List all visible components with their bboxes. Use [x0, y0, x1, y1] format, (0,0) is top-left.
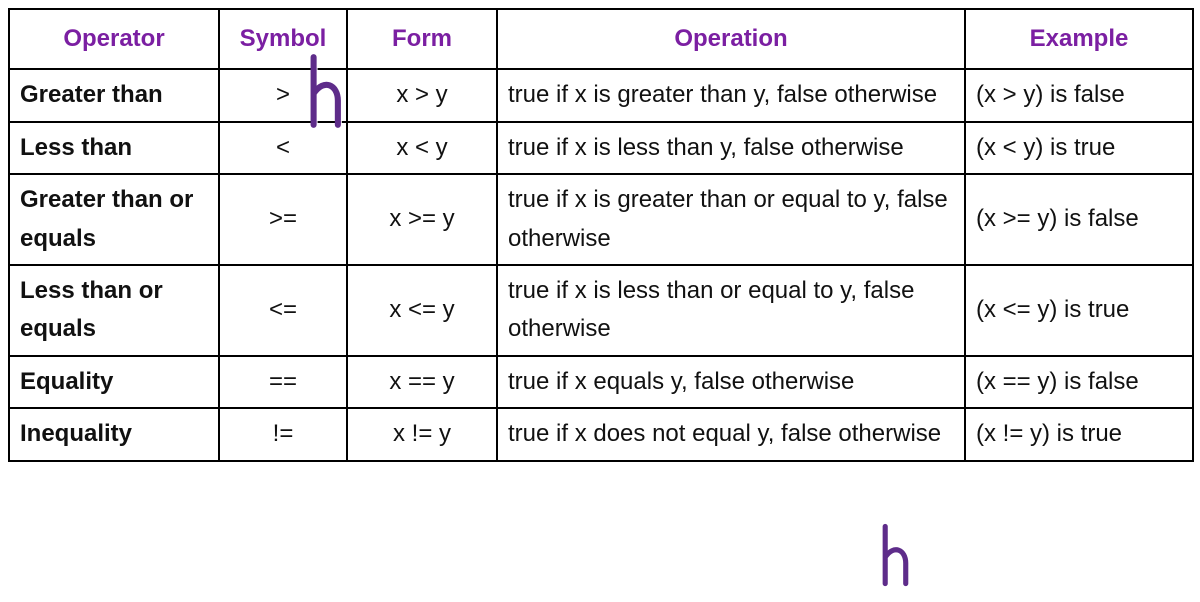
cell-operator: Equality	[9, 356, 219, 408]
table-row: Less than or equals <= x <= y true if x …	[9, 265, 1193, 356]
cell-operation: true if x does not equal y, false otherw…	[497, 408, 965, 460]
col-header-symbol: Symbol	[219, 9, 347, 69]
table-row: Equality == x == y true if x equals y, f…	[9, 356, 1193, 408]
cell-symbol: >=	[219, 174, 347, 265]
cell-operation: true if x is less than y, false otherwis…	[497, 122, 965, 174]
cell-form: x <= y	[347, 265, 497, 356]
cell-operator: Inequality	[9, 408, 219, 460]
cell-form: x != y	[347, 408, 497, 460]
col-header-form: Form	[347, 9, 497, 69]
cell-operation: true if x is greater than or equal to y,…	[497, 174, 965, 265]
table-row: Inequality != x != y true if x does not …	[9, 408, 1193, 460]
cell-symbol: <=	[219, 265, 347, 356]
table-row: Greater than > x > y true if x is greate…	[9, 69, 1193, 121]
cell-operator: Less than	[9, 122, 219, 174]
watermark-letter-icon	[872, 522, 916, 588]
col-header-example: Example	[965, 9, 1193, 69]
cell-symbol: !=	[219, 408, 347, 460]
cell-operation: true if x equals y, false otherwise	[497, 356, 965, 408]
table-header-row: Operator Symbol Form Operation Example	[9, 9, 1193, 69]
cell-symbol: >	[219, 69, 347, 121]
col-header-operation: Operation	[497, 9, 965, 69]
cell-example: (x != y) is true	[965, 408, 1193, 460]
cell-form: x > y	[347, 69, 497, 121]
operators-table: Operator Symbol Form Operation Example G…	[8, 8, 1194, 462]
cell-example: (x > y) is false	[965, 69, 1193, 121]
cell-symbol: <	[219, 122, 347, 174]
cell-symbol: ==	[219, 356, 347, 408]
cell-operation: true if x is greater than y, false other…	[497, 69, 965, 121]
cell-example: (x >= y) is false	[965, 174, 1193, 265]
table-row: Greater than or equals >= x >= y true if…	[9, 174, 1193, 265]
cell-operator: Greater than	[9, 69, 219, 121]
cell-example: (x < y) is true	[965, 122, 1193, 174]
cell-example: (x <= y) is true	[965, 265, 1193, 356]
cell-example: (x == y) is false	[965, 356, 1193, 408]
table-row: Less than < x < y true if x is less than…	[9, 122, 1193, 174]
cell-form: x >= y	[347, 174, 497, 265]
cell-operation: true if x is less than or equal to y, fa…	[497, 265, 965, 356]
cell-operator: Less than or equals	[9, 265, 219, 356]
cell-operator: Greater than or equals	[9, 174, 219, 265]
col-header-operator: Operator	[9, 9, 219, 69]
cell-form: x < y	[347, 122, 497, 174]
cell-form: x == y	[347, 356, 497, 408]
